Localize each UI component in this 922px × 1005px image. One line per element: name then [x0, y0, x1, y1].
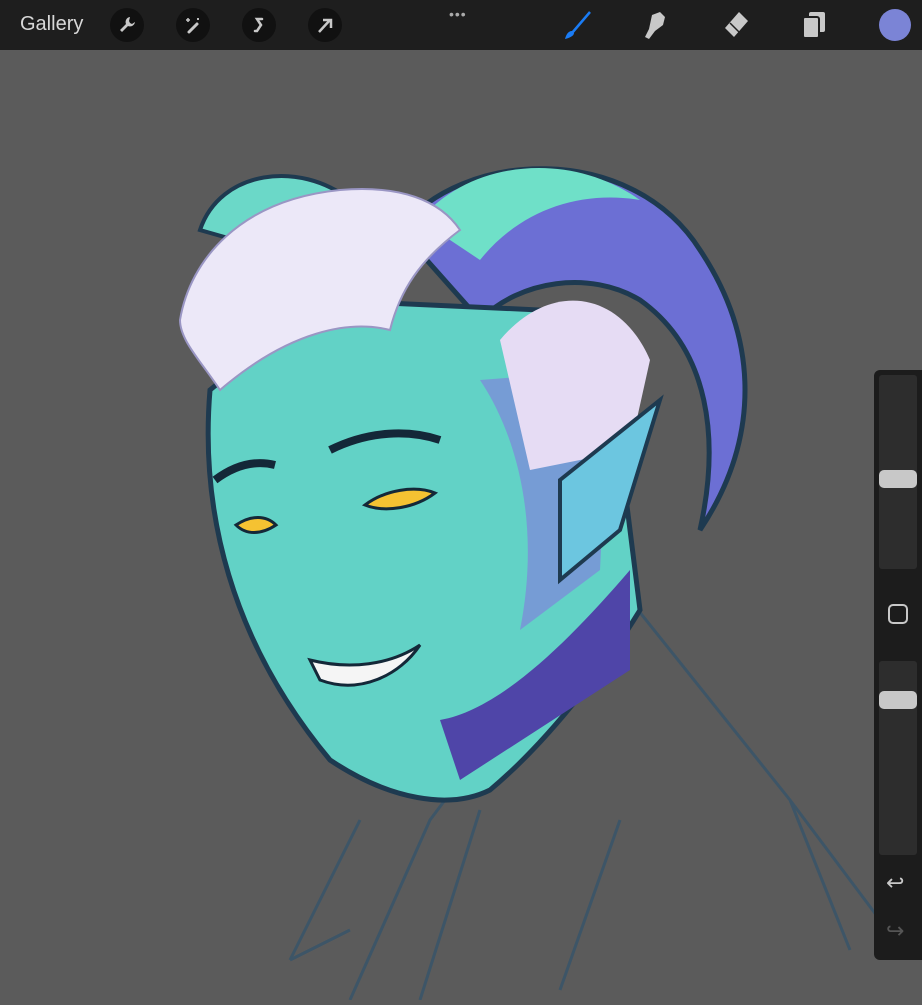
wrench-icon[interactable]	[110, 8, 144, 42]
sidebar: ↩ ↪	[874, 370, 922, 960]
brush-icon[interactable]	[562, 9, 594, 41]
selection-icon[interactable]	[242, 8, 276, 42]
brush-size-thumb[interactable]	[879, 470, 917, 489]
undo-icon[interactable]: ↩	[886, 870, 904, 896]
opacity-thumb[interactable]	[879, 690, 917, 709]
brush-size-slider[interactable]	[879, 375, 917, 569]
color-picker-button[interactable]	[879, 9, 911, 41]
modify-button[interactable]	[888, 604, 908, 624]
gallery-button[interactable]: Gallery	[20, 13, 83, 36]
magic-wand-icon[interactable]	[176, 8, 210, 42]
artwork-portrait	[178, 166, 882, 1001]
eraser-icon[interactable]	[719, 9, 751, 41]
layers-icon[interactable]	[799, 9, 831, 41]
opacity-slider[interactable]	[879, 661, 917, 855]
more-options-button[interactable]: •••	[449, 6, 467, 22]
redo-icon[interactable]: ↪	[886, 918, 904, 944]
top-toolbar: Gallery •••	[0, 0, 922, 50]
smudge-icon[interactable]	[640, 9, 672, 41]
transform-arrow-icon[interactable]	[308, 8, 342, 42]
drawing-canvas[interactable]	[0, 50, 922, 1001]
